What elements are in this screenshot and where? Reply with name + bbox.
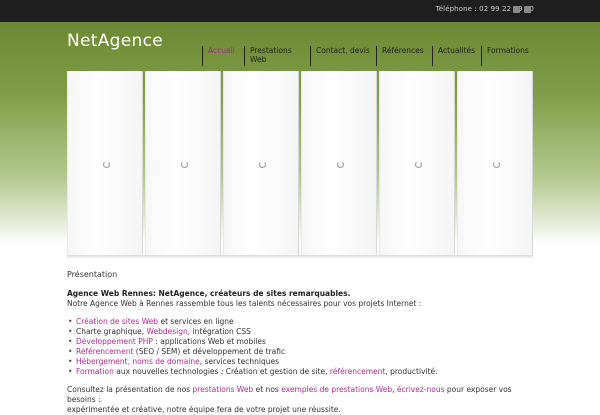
inline-text: , productivité.: [385, 367, 438, 376]
slider-panel[interactable]: [301, 71, 377, 255]
inline-text: et services en ligne: [158, 317, 234, 326]
loading-spinner-icon: [415, 161, 422, 168]
inline-link[interactable]: Hébergement, noms de domaine: [76, 357, 200, 366]
service-item: Hébergement, noms de domaine, services t…: [68, 357, 537, 367]
loading-spinner-icon: [181, 161, 188, 168]
nav-item-accueil[interactable]: Accueil: [202, 46, 244, 66]
service-item: Référencement (SEO / SEM) et développeme…: [68, 347, 537, 357]
inline-text: (SEO / SEM) et développement de trafic: [133, 347, 286, 356]
intro-title: Agence Web Rennes: NetAgence, créateurs …: [67, 289, 351, 298]
inline-text: , intégration CSS: [187, 327, 251, 336]
service-item: Développement PHP : applications Web et …: [68, 337, 537, 347]
slider-panel[interactable]: [145, 71, 221, 255]
inline-link[interactable]: Webdesign: [147, 327, 188, 336]
inline-link[interactable]: exemples de prestations Web: [281, 385, 392, 394]
inline-link[interactable]: Développement PHP: [76, 337, 153, 346]
slider-panel[interactable]: [223, 71, 299, 255]
services-list: Création de sites Web et services en lig…: [67, 317, 537, 377]
inline-link[interactable]: prestations Web: [193, 385, 254, 394]
nav-item-references[interactable]: Références: [376, 46, 430, 66]
top-bar: Téléphone : 02 99 22 29 40: [0, 0, 600, 22]
service-item: Charte graphique, Webdesign, intégration…: [68, 327, 537, 337]
inline-text: , services techniques: [199, 357, 279, 366]
slider-panel[interactable]: [379, 71, 455, 255]
nav-item-contact-devis[interactable]: Contact, devis: [310, 46, 374, 66]
inline-text: : applications Web et mobiles: [152, 337, 266, 346]
image-slider[interactable]: [67, 71, 533, 255]
inline-text: Charte graphique,: [76, 327, 147, 336]
nav-item-formations[interactable]: Formations: [481, 46, 533, 66]
service-item: Formation aux nouvelles technologies : C…: [68, 367, 537, 377]
inline-text: Consultez la présentation de nos: [67, 385, 193, 394]
twitter-icon[interactable]: [513, 6, 520, 13]
outro-text-continued: expérimentée et créative, notre équipe f…: [67, 405, 341, 414]
rss-icon[interactable]: [524, 6, 531, 13]
loading-spinner-icon: [259, 161, 266, 168]
section-title: Présentation: [67, 270, 118, 279]
inline-link[interactable]: référencement: [330, 367, 385, 376]
outro-text: Consultez la présentation de nos prestat…: [67, 385, 537, 405]
loading-spinner-icon: [103, 161, 110, 168]
inline-link[interactable]: Création de sites Web: [76, 317, 158, 326]
main-content: Présentation Agence Web Rennes: NetAgenc…: [67, 270, 537, 415]
loading-spinner-icon: [493, 161, 500, 168]
nav-item-prestations-web[interactable]: Prestations Web: [244, 46, 302, 66]
slider-panel[interactable]: [67, 71, 143, 255]
slider-shadow: [67, 255, 533, 259]
nav-item-actualites[interactable]: Actualités: [432, 46, 480, 66]
inline-text: et nos: [253, 385, 282, 394]
inline-link[interactable]: Formation: [76, 367, 114, 376]
inline-link[interactable]: Référencement: [76, 347, 133, 356]
slider-panel[interactable]: [457, 71, 533, 255]
intro-text: Notre Agence Web à Rennes rassemble tous…: [67, 299, 422, 308]
loading-spinner-icon: [337, 161, 344, 168]
inline-link[interactable]: écrivez-nous: [397, 385, 445, 394]
site-logo[interactable]: NetAgence: [67, 31, 163, 51]
inline-text: aux nouvelles technologies : Création et…: [113, 367, 330, 376]
service-item: Création de sites Web et services en lig…: [68, 317, 537, 327]
